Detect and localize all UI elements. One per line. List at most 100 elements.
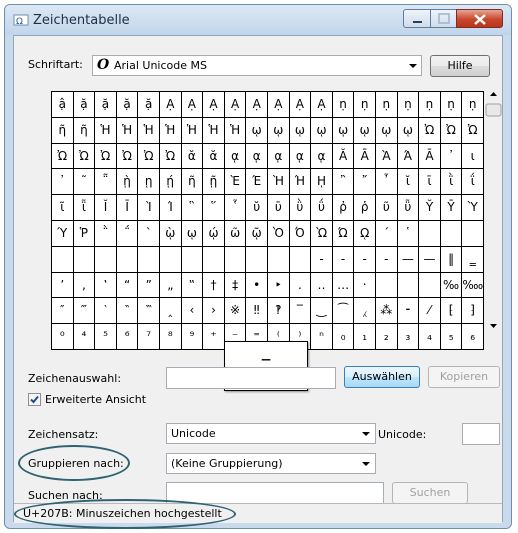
character-cell[interactable]: ῳ [332,117,355,144]
character-cell[interactable]: ῳ [376,117,398,144]
character-cell[interactable]: ₁ [354,324,376,350]
character-cell[interactable]: Ἡ [160,117,182,144]
character-cell[interactable]: ⁶ [116,324,139,350]
character-cell[interactable] [419,272,441,299]
character-cell[interactable]: ‶ [116,298,139,325]
character-cell[interactable]: ᾳ [246,143,268,170]
character-cell[interactable]: ‰ [440,272,463,299]
character-cell[interactable]: ῂ [116,169,139,196]
character-cell[interactable]: ‵ [95,298,117,325]
character-cell[interactable]: Ῥ [73,221,96,247]
character-cell[interactable]: — [419,246,441,273]
character-cell[interactable]: ᾽ [440,143,463,170]
character-cell[interactable]: - [311,246,333,273]
character-cell[interactable]: ⁹ [181,324,204,350]
character-cell[interactable]: ․ [289,272,312,299]
character-cell[interactable]: ⁁ [354,298,376,325]
search-button[interactable]: Suchen [392,482,468,504]
character-cell[interactable]: Ᾱ [419,143,441,170]
character-cell[interactable]: ῃ [138,169,160,196]
character-cell[interactable] [268,246,290,273]
character-cell[interactable]: ’ [52,272,74,299]
character-cell[interactable]: ṇ [419,92,441,118]
character-cell[interactable]: ‼ [246,298,268,325]
character-cell[interactable]: Ή [289,169,312,196]
character-cell[interactable]: ῳ [354,117,376,144]
character-cell[interactable]: ῆ [181,169,204,196]
character-cell[interactable]: ṇ [354,92,376,118]
character-cell[interactable]: ῎ [354,169,376,196]
font-select[interactable]: O Arial Unicode MS [92,55,422,76]
character-cell[interactable]: ṇ [397,92,420,118]
character-cell[interactable]: ‗ [462,246,484,273]
character-cell[interactable]: ῌ [311,169,333,196]
character-cell[interactable]: ΅ [116,221,139,247]
advanced-view-checkbox[interactable] [28,393,41,406]
character-cell[interactable]: Ạ [203,92,225,118]
character-cell[interactable]: ṇ [440,92,463,118]
character-cell[interactable]: ⁷ [138,324,160,350]
character-cell[interactable]: ₀ [332,324,355,350]
character-cell[interactable]: Ὠ [440,117,463,144]
character-cell[interactable]: Ạ [181,92,204,118]
character-cell[interactable]: ῦ [376,195,398,221]
character-cell[interactable] [224,246,247,273]
character-cell[interactable]: Ί [160,195,182,221]
character-cell[interactable]: Ạ [268,92,290,118]
character-cell[interactable]: ῳ [311,117,333,144]
character-cell[interactable]: ṇ [332,92,355,118]
character-cell[interactable]: Ᾰ [332,143,355,170]
character-cell[interactable]: Ὸ [268,221,290,247]
character-cell[interactable]: ῒ [440,169,463,196]
character-cell[interactable] [462,221,484,247]
minimize-button[interactable] [403,9,431,28]
character-cell[interactable]: ᾿ [52,169,74,196]
character-cell[interactable]: ặ [116,92,139,118]
character-cell[interactable]: Έ [246,169,268,196]
character-cell[interactable]: — [397,246,420,273]
character-cell[interactable]: ⁺ [203,324,225,350]
character-cell[interactable]: ῐ [397,169,420,196]
character-cell[interactable]: Ἡ [95,117,117,144]
character-cell[interactable]: ῏ [376,169,398,196]
character-cell[interactable]: Ạ [311,92,333,118]
character-cell[interactable]: “ [116,272,139,299]
character-cell[interactable]: ” [138,272,160,299]
grid-scrollbar[interactable] [485,86,502,351]
character-cell[interactable]: Ὠ [462,117,484,144]
character-cell[interactable]: ※ [224,298,247,325]
character-cell[interactable]: ⁀ [332,298,355,325]
character-cell[interactable]: ṇ [376,92,398,118]
character-cell[interactable]: ₄ [419,324,441,350]
character-cell[interactable]: Ὠ [52,143,74,170]
character-cell[interactable]: ῧ [397,195,420,221]
character-cell[interactable] [181,246,204,273]
character-cell[interactable]: Ῡ [440,195,463,221]
character-cell[interactable]: Ὠ [160,143,182,170]
character-cell[interactable]: ῼ [354,221,376,247]
character-cell[interactable]: ´ [376,221,398,247]
character-cell[interactable]: Ῑ [116,195,139,221]
character-cell[interactable]: ῗ [73,195,96,221]
character-cell[interactable]: Ạ [224,92,247,118]
character-cell[interactable]: ‣ [268,272,290,299]
character-cell[interactable] [73,246,96,273]
character-cell[interactable]: ‱ [462,272,484,299]
character-cell[interactable]: ᾳ [311,143,333,170]
character-cell[interactable]: ‿ [311,298,333,325]
character-cell[interactable]: ῭ [95,221,117,247]
character-cell[interactable]: † [203,272,225,299]
character-cell[interactable] [160,246,182,273]
character-cell[interactable]: ι [462,143,484,170]
character-cell[interactable]: ⁿ [311,324,333,350]
character-cell[interactable]: Ὲ [224,169,247,196]
character-cell[interactable] [419,221,441,247]
character-cell[interactable]: - [354,246,376,273]
close-button[interactable] [456,9,503,28]
character-cell[interactable]: Ώ [332,221,355,247]
character-cell[interactable]: Ἡ [181,117,204,144]
character-cell[interactable]: ῟ [224,195,247,221]
character-cell[interactable]: ῇ [203,169,225,196]
selection-input[interactable] [166,367,336,389]
character-cell[interactable] [440,221,463,247]
